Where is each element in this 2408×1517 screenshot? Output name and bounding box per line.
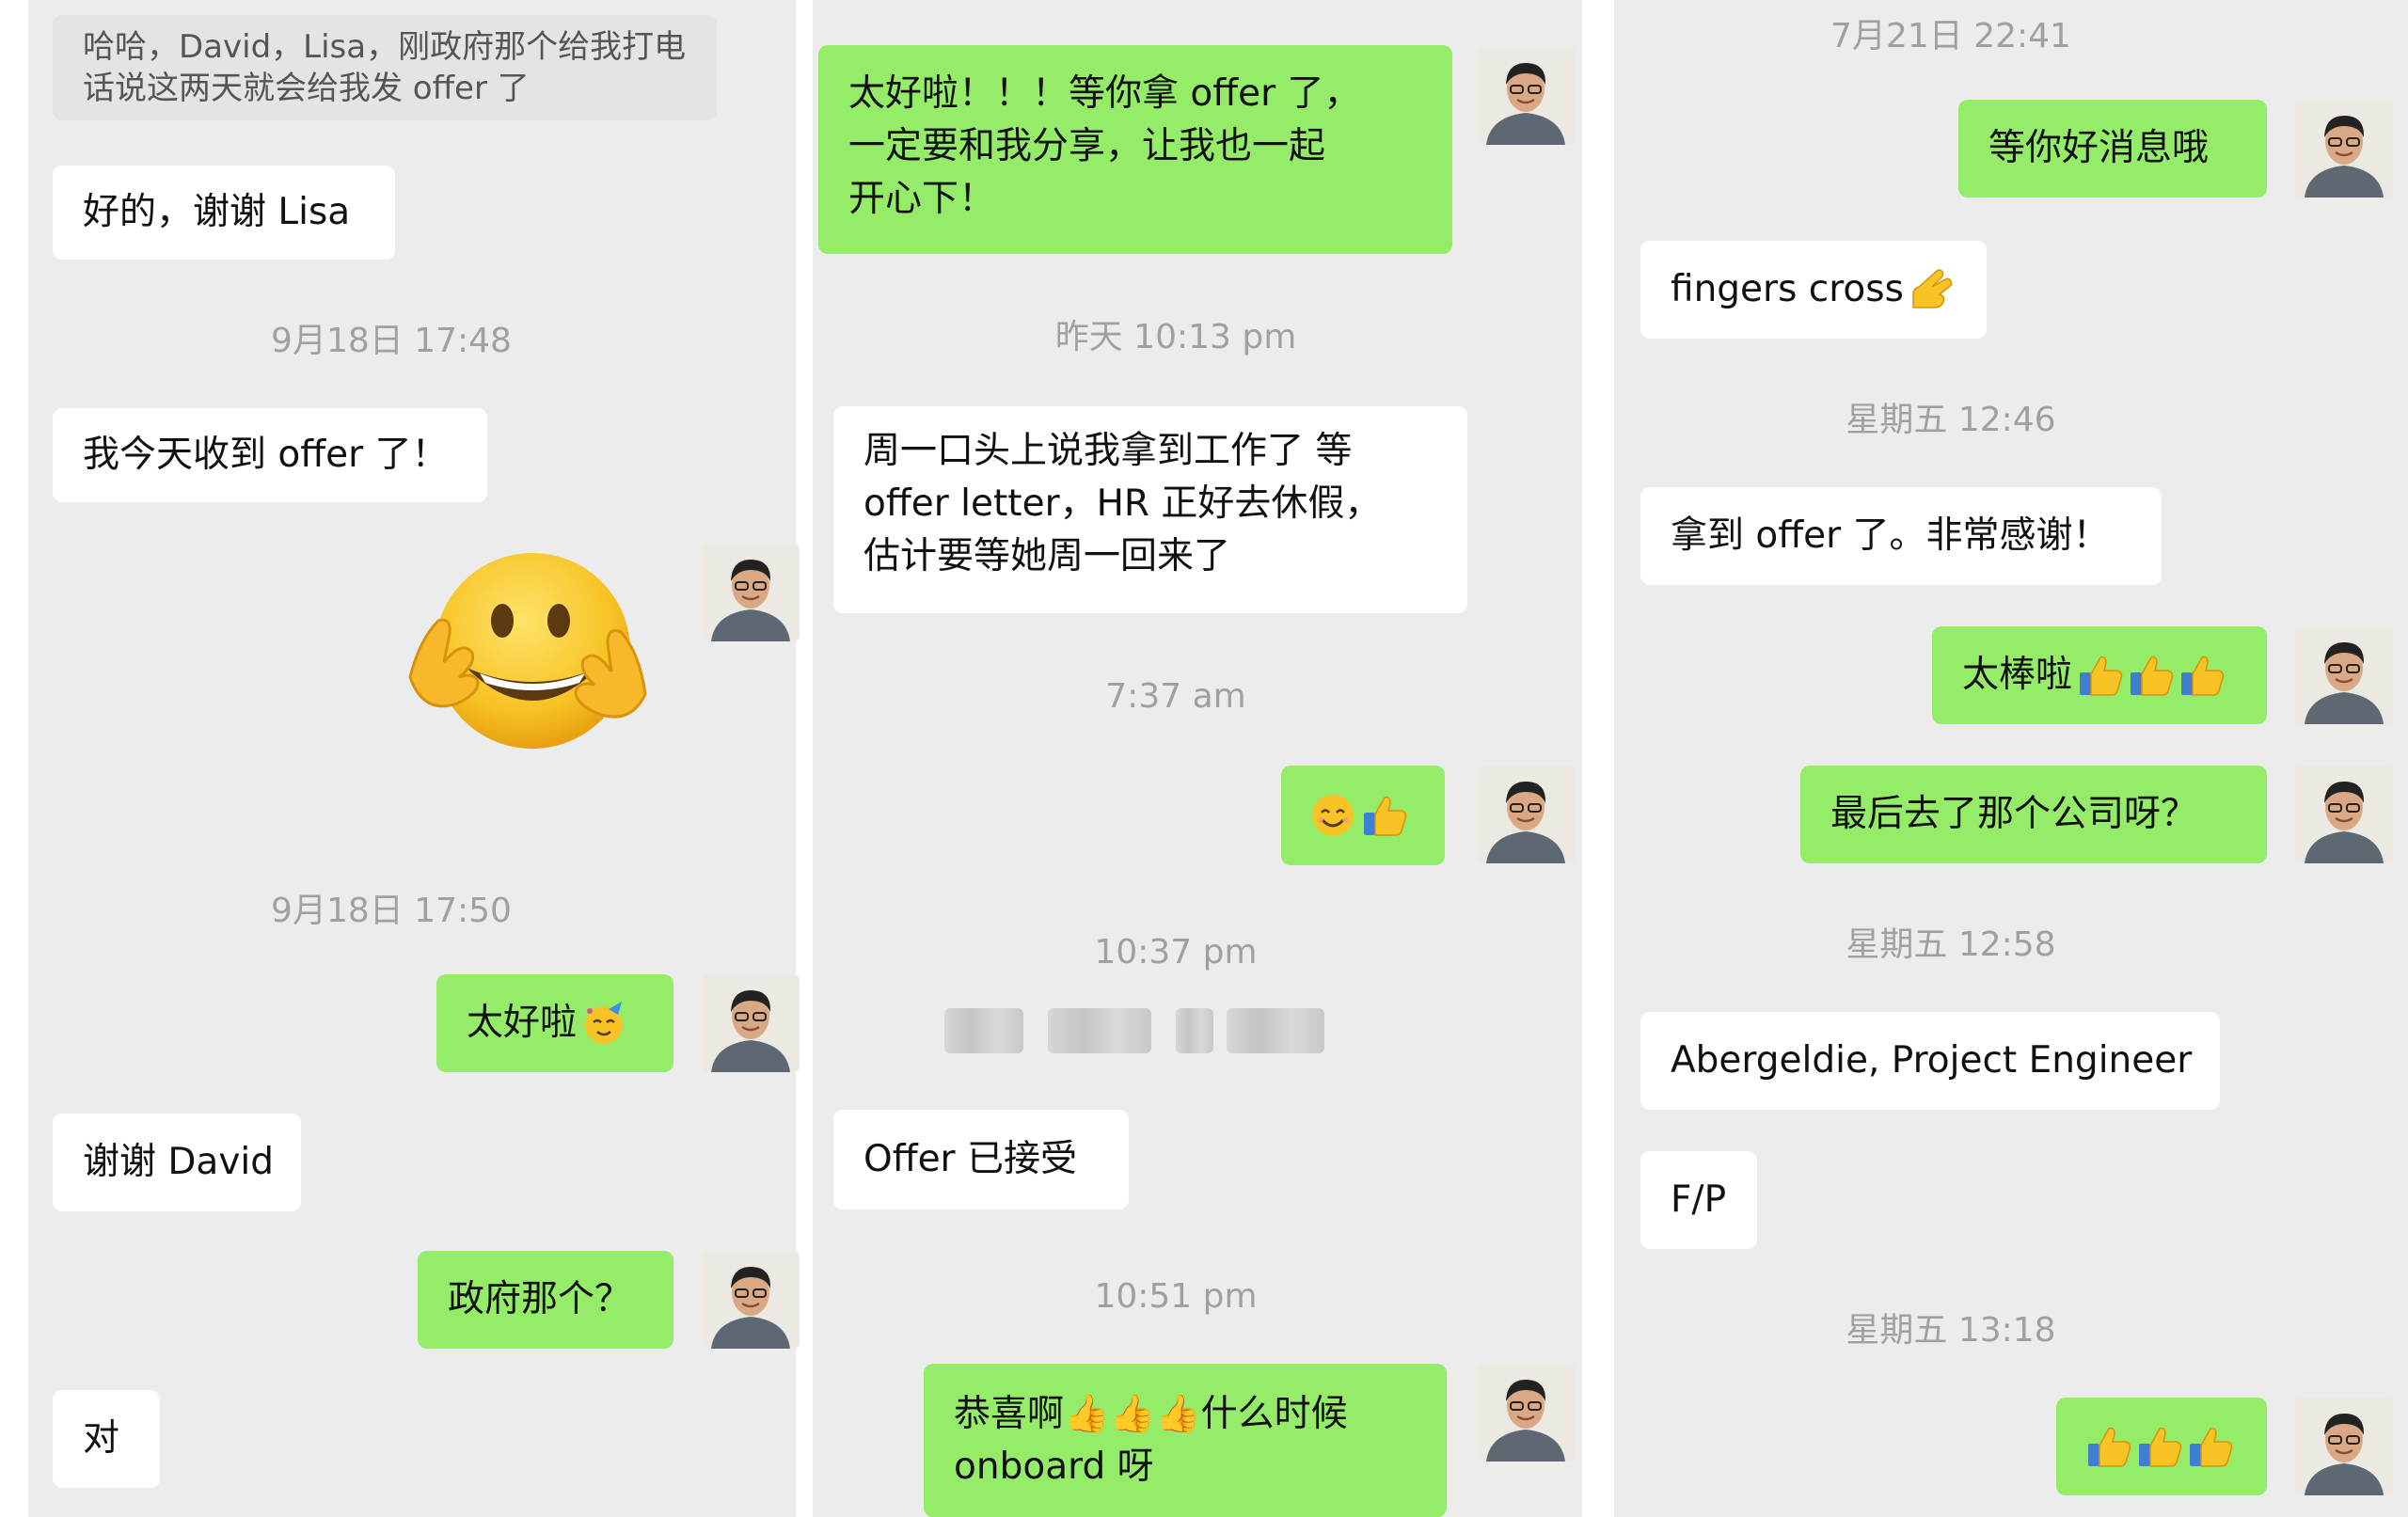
message-incoming[interactable]: 我今天收到 offer 了！	[53, 408, 487, 502]
timestamp: 星期五 13:18	[1846, 1311, 2056, 1350]
timestamp: 7月21日 22:41	[1830, 17, 2071, 55]
timestamp: 星期五 12:58	[1846, 925, 2056, 964]
message-text: fingers cross	[1671, 268, 1904, 310]
message-text: Abergeldie, Project Engineer	[1671, 1039, 2193, 1082]
timestamp: 9月18日 17:50	[271, 892, 512, 930]
message-text: Offer 已接受	[863, 1138, 1077, 1180]
message-text: 好的，谢谢 Lisa	[83, 191, 351, 233]
message-incoming[interactable]: 好的，谢谢 Lisa	[53, 166, 395, 260]
message-text: 等你好消息哦	[1988, 127, 2210, 169]
message-outgoing[interactable]: 最后去了那个公司呀？	[1800, 766, 2267, 863]
message-text: 我今天收到 offer 了！	[83, 434, 449, 476]
message-incoming[interactable]: fingers cross	[1640, 241, 1987, 339]
message-incoming[interactable]: 周一口头上说我拿到工作了 等 offer letter，HR 正好去休假， 估计…	[833, 406, 1467, 613]
message-text: 拿到 offer 了。非常感谢！	[1671, 514, 2110, 557]
timestamp: 10:37 pm	[1094, 933, 1258, 972]
message-text: 太好啦	[467, 1002, 578, 1044]
hugging-face-sticker[interactable]	[401, 545, 655, 762]
thumbs-up-icon	[2127, 652, 2174, 699]
message-text: 周一口头上说我拿到工作了 等 offer letter，HR 正好去休假， 估计…	[863, 430, 1382, 577]
timestamp: 昨天 10:13 pm	[1054, 318, 1297, 356]
message-text: 对	[83, 1417, 120, 1460]
party-face-icon	[580, 1000, 627, 1047]
message-incoming[interactable]: Abergeldie, Project Engineer	[1640, 1012, 2220, 1110]
message-text: 太棒啦	[1962, 654, 2073, 696]
message-text: 最后去了那个公司呀？	[1830, 793, 2198, 835]
avatar[interactable]	[1477, 766, 1575, 863]
avatar[interactable]	[2295, 766, 2393, 863]
avatar[interactable]	[2295, 100, 2393, 198]
message-text: 恭喜啊👍👍👍什么时候 onboard 呀	[954, 1393, 1348, 1488]
timestamp: 星期五 12:46	[1846, 401, 2056, 439]
timestamp: 10:51 pm	[1094, 1277, 1258, 1316]
message-text: 哈哈，David，Lisa，刚政府那个给我打电话说这两天就会给我发 offer …	[83, 28, 687, 107]
message-outgoing[interactable]: 等你好消息哦	[1958, 100, 2267, 198]
message-text: 政府那个？	[448, 1278, 632, 1320]
message-outgoing[interactable]: 政府那个？	[418, 1251, 673, 1349]
chat-panel-3: 7月21日 22:41 等你好消息哦 fingers cross 星期五 12:…	[1614, 0, 2408, 1517]
chat-panel-2: 太好啦！！！等你拿 offer 了， 一定要和我分享，让我也一起 开心下！ 昨天…	[813, 0, 1582, 1517]
avatar[interactable]	[1477, 47, 1575, 145]
avatar[interactable]	[702, 974, 800, 1072]
avatar[interactable]	[702, 1251, 800, 1349]
thumbs-up-icon	[2186, 1423, 2233, 1470]
redacted-text	[944, 1008, 1339, 1055]
message-text: 太好啦！！！等你拿 offer 了， 一定要和我分享，让我也一起 开心下！	[848, 72, 1361, 220]
thumbs-up-icon	[2076, 652, 2123, 699]
chat-panel-1: 哈哈，David，Lisa，刚政府那个给我打电话说这两天就会给我发 offer …	[28, 0, 800, 1517]
message-text: F/P	[1671, 1178, 1727, 1221]
quoted-message[interactable]: 哈哈，David，Lisa，刚政府那个给我打电话说这两天就会给我发 offer …	[53, 15, 717, 120]
message-text: 谢谢 David	[83, 1141, 274, 1183]
message-outgoing[interactable]	[2056, 1398, 2267, 1495]
thumbs-up-icon	[2084, 1423, 2131, 1470]
smile-icon	[1309, 792, 1356, 839]
message-outgoing[interactable]	[1281, 766, 1445, 865]
timestamp: 7:37 am	[1105, 677, 1246, 716]
avatar[interactable]	[2295, 1398, 2393, 1495]
message-incoming[interactable]: 对	[53, 1390, 160, 1488]
message-outgoing[interactable]: 太好啦	[436, 974, 673, 1072]
message-outgoing[interactable]: 太棒啦	[1932, 626, 2267, 724]
avatar[interactable]	[2295, 626, 2393, 724]
thumbs-up-icon	[2135, 1423, 2182, 1470]
message-incoming[interactable]: Offer 已接受	[833, 1110, 1129, 1209]
avatar[interactable]	[1477, 1364, 1575, 1462]
avatar[interactable]	[702, 544, 800, 641]
message-incoming[interactable]: 拿到 offer 了。非常感谢！	[1640, 487, 2162, 585]
crossed-fingers-icon	[1908, 266, 1955, 313]
message-incoming[interactable]: F/P	[1640, 1151, 1757, 1249]
timestamp: 9月18日 17:48	[271, 322, 512, 360]
thumbs-up-icon	[2178, 652, 2225, 699]
message-outgoing[interactable]: 恭喜啊👍👍👍什么时候 onboard 呀	[924, 1364, 1447, 1517]
message-outgoing[interactable]: 太好啦！！！等你拿 offer 了， 一定要和我分享，让我也一起 开心下！	[818, 45, 1452, 254]
thumbs-up-icon	[1360, 792, 1407, 839]
message-incoming[interactable]: 谢谢 David	[53, 1114, 301, 1211]
